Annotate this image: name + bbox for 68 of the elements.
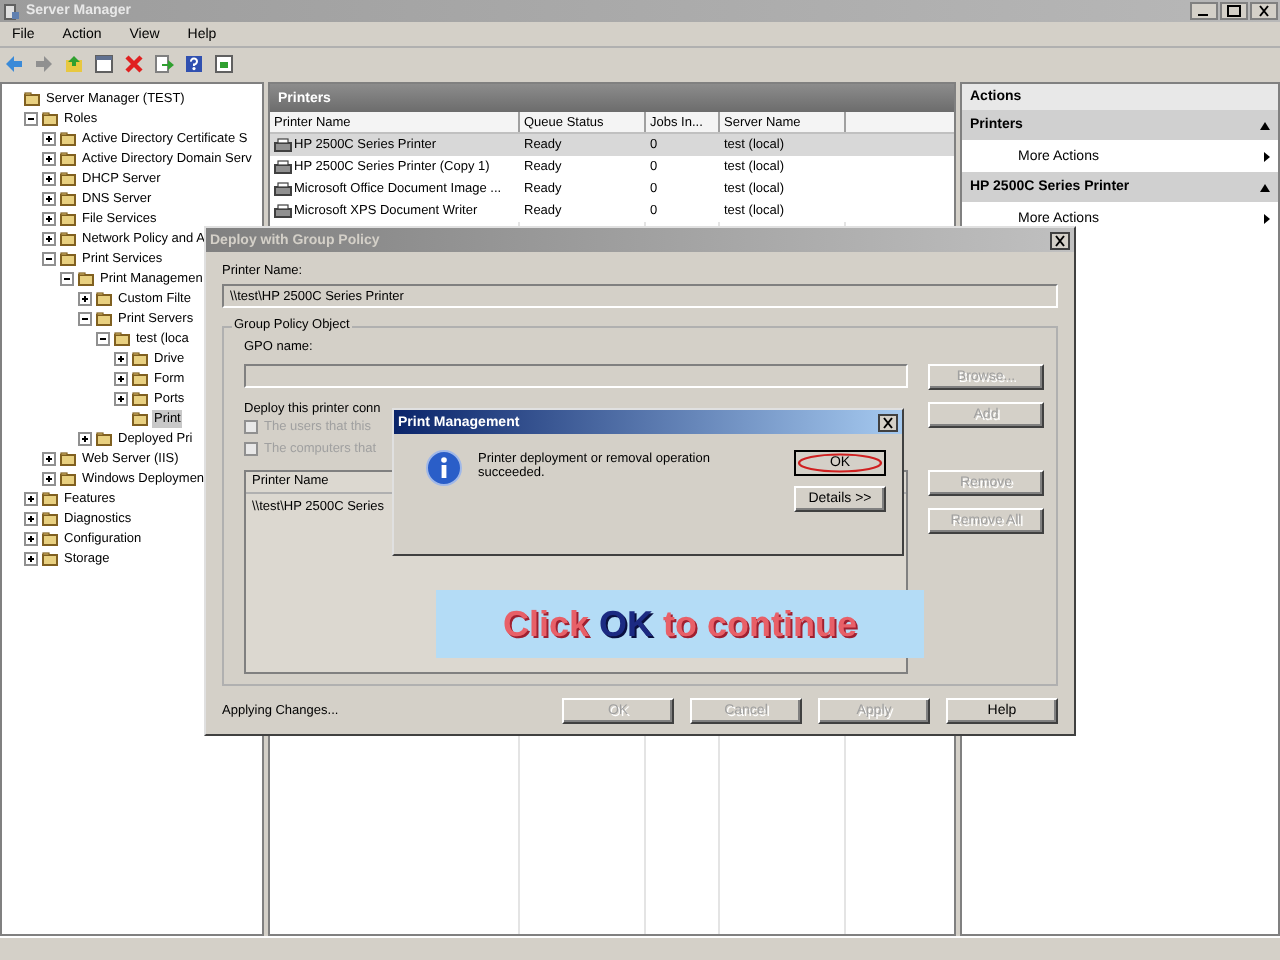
- expand-toggle-icon[interactable]: [114, 351, 128, 365]
- printer-icon: [274, 138, 292, 152]
- gpo-name-field[interactable]: [244, 364, 908, 389]
- expand-toggle-icon[interactable]: [42, 471, 56, 485]
- expand-toggle-icon[interactable]: [24, 491, 38, 505]
- expand-toggle-icon[interactable]: [78, 431, 92, 445]
- app-icon: [4, 3, 20, 19]
- expand-toggle-icon[interactable]: [42, 251, 56, 265]
- expand-toggle-icon[interactable]: [42, 191, 56, 205]
- expand-toggle-icon[interactable]: [78, 311, 92, 325]
- expand-toggle-icon[interactable]: [114, 391, 128, 405]
- printer-icon: [274, 160, 292, 174]
- folder-icon: [60, 171, 76, 185]
- folder-icon: [42, 491, 58, 505]
- window-icon[interactable]: [214, 53, 234, 73]
- folder-icon: [60, 471, 76, 485]
- submenu-arrow-icon: [1264, 151, 1270, 161]
- close-icon[interactable]: [878, 413, 898, 431]
- printer-icon: [274, 204, 292, 218]
- folder-icon: [96, 311, 112, 325]
- info-icon: [426, 450, 462, 486]
- expand-toggle-icon[interactable]: [24, 551, 38, 565]
- expand-toggle-icon[interactable]: [78, 291, 92, 305]
- folder-icon: [60, 231, 76, 245]
- folder-icon: [60, 451, 76, 465]
- folder-icon: [132, 351, 148, 365]
- folder-icon: [24, 91, 40, 105]
- maximize-icon[interactable]: [1220, 2, 1248, 20]
- folder-icon: [60, 211, 76, 225]
- printer-icon: [274, 182, 292, 196]
- folder-icon: [132, 391, 148, 405]
- expand-toggle-icon[interactable]: [42, 171, 56, 185]
- folder-icon: [42, 551, 58, 565]
- pane-toggle-icon[interactable]: [94, 53, 114, 73]
- folder-icon: [114, 331, 130, 345]
- folder-icon: [60, 191, 76, 205]
- expand-toggle-icon[interactable]: [24, 111, 38, 125]
- callout-text: Click OK to continue: [502, 603, 858, 645]
- collapse-arrow-icon[interactable]: [1260, 183, 1270, 191]
- expand-toggle-icon[interactable]: [24, 511, 38, 525]
- close-icon[interactable]: [1250, 2, 1278, 20]
- folder-icon: [132, 411, 148, 425]
- help-icon[interactable]: [184, 53, 204, 73]
- expand-toggle-icon[interactable]: [42, 151, 56, 165]
- folder-icon: [96, 291, 112, 305]
- folder-icon: [42, 111, 58, 125]
- folder-icon: [60, 131, 76, 145]
- collapse-arrow-icon[interactable]: [1260, 121, 1270, 129]
- folder-icon: [60, 251, 76, 265]
- submenu-arrow-icon: [1264, 213, 1270, 223]
- expand-toggle-icon[interactable]: [42, 451, 56, 465]
- expand-toggle-icon[interactable]: [42, 231, 56, 245]
- expand-toggle-icon[interactable]: [114, 371, 128, 385]
- minimize-icon[interactable]: [1190, 2, 1218, 20]
- folder-icon: [42, 531, 58, 545]
- folder-icon: [60, 151, 76, 165]
- folder-icon: [132, 371, 148, 385]
- export-icon[interactable]: [154, 53, 174, 73]
- folder-icon: [96, 431, 112, 445]
- folder-icon: [42, 511, 58, 525]
- delete-icon[interactable]: [124, 53, 144, 73]
- folder-icon: [78, 271, 94, 285]
- expand-toggle-icon[interactable]: [60, 271, 74, 285]
- expand-toggle-icon[interactable]: [96, 331, 110, 345]
- expand-toggle-icon[interactable]: [42, 131, 56, 145]
- expand-toggle-icon[interactable]: [24, 531, 38, 545]
- close-icon[interactable]: [1050, 231, 1070, 249]
- expand-toggle-icon[interactable]: [42, 211, 56, 225]
